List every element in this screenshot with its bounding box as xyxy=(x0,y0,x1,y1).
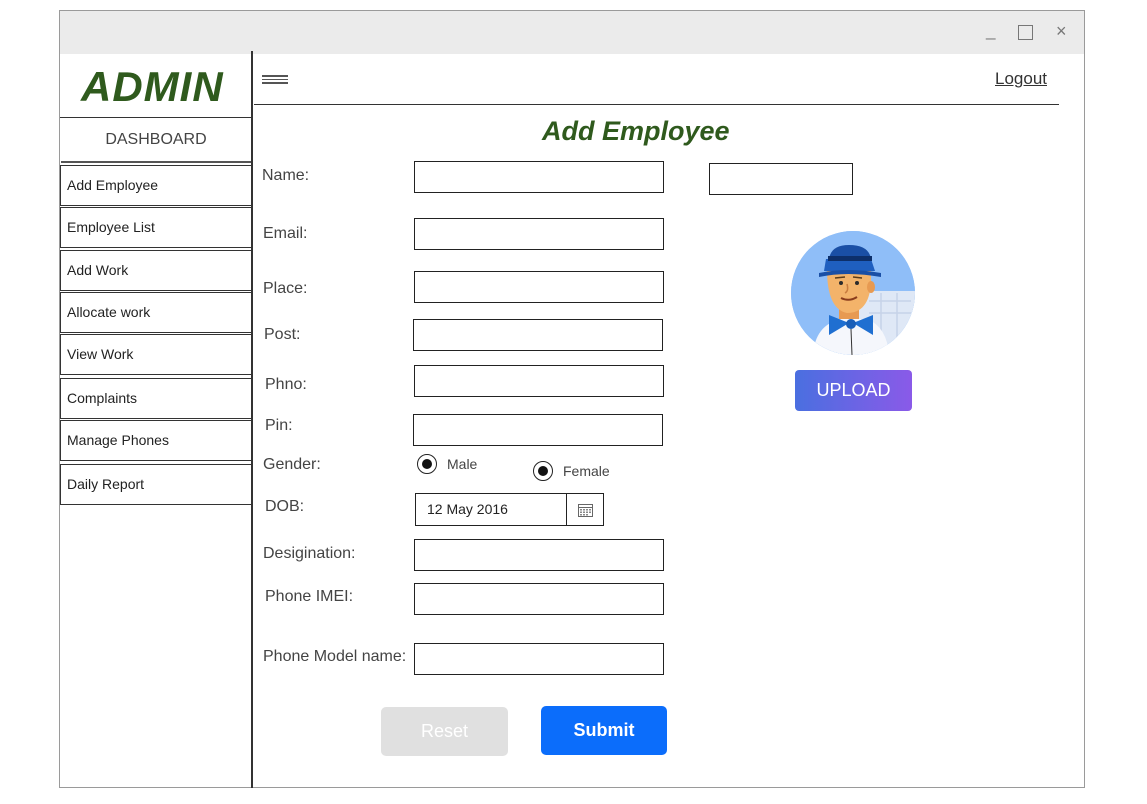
imei-field[interactable] xyxy=(414,583,664,615)
name-field[interactable] xyxy=(414,161,664,193)
divider xyxy=(60,117,253,118)
post-label: Post: xyxy=(264,326,301,343)
place-field[interactable] xyxy=(414,271,664,303)
gender-female-radio[interactable]: Female xyxy=(533,461,610,481)
gender-label: Gender: xyxy=(263,456,321,473)
reset-button[interactable]: Reset xyxy=(381,707,508,756)
minimize-icon[interactable]: _ xyxy=(986,21,995,41)
name-label: Name: xyxy=(262,167,310,184)
gender-male-label: Male xyxy=(447,456,478,472)
sidebar-item-add-employee[interactable]: Add Employee xyxy=(60,165,252,206)
pin-field[interactable] xyxy=(413,414,663,446)
sidebar-item-dashboard[interactable]: DASHBOARD xyxy=(61,119,251,163)
pin-label: Pin: xyxy=(265,417,293,434)
sidebar-item-manage-phones[interactable]: Manage Phones xyxy=(60,420,252,461)
sidebar: ADMIN DASHBOARD Add Employee Employee Li… xyxy=(60,51,253,788)
calendar-icon[interactable] xyxy=(566,494,603,525)
dob-label: DOB: xyxy=(265,498,305,515)
dob-value: 12 May 2016 xyxy=(427,501,508,517)
sidebar-item-add-work[interactable]: Add Work xyxy=(60,250,252,291)
dob-date-picker[interactable]: 12 May 2016 xyxy=(415,493,604,526)
model-field[interactable] xyxy=(414,643,664,675)
hamburger-icon[interactable] xyxy=(262,75,288,86)
radio-icon xyxy=(533,461,553,481)
top-bar: Logout xyxy=(254,51,1059,105)
email-label: Email: xyxy=(263,225,308,242)
gender-female-label: Female xyxy=(563,463,610,479)
email-field[interactable] xyxy=(414,218,664,250)
sidebar-item-complaints[interactable]: Complaints xyxy=(60,378,252,419)
designation-label: Desigination: xyxy=(263,545,356,562)
extra-field[interactable] xyxy=(709,163,853,195)
sidebar-item-view-work[interactable]: View Work xyxy=(60,334,252,375)
place-label: Place: xyxy=(263,280,308,297)
imei-label: Phone IMEI: xyxy=(265,588,354,605)
title-bar: _ × xyxy=(60,11,1084,54)
maximize-icon[interactable] xyxy=(1018,25,1033,40)
upload-button[interactable]: UPLOAD xyxy=(795,370,912,411)
submit-button[interactable]: Submit xyxy=(541,706,667,755)
app-window: _ × ADMIN DASHBOARD Add Employee Employe… xyxy=(59,10,1085,788)
radio-icon xyxy=(417,454,437,474)
post-field[interactable] xyxy=(413,319,663,351)
gender-male-radio[interactable]: Male xyxy=(417,454,477,474)
logout-link[interactable]: Logout xyxy=(995,69,1047,89)
close-icon[interactable]: × xyxy=(1056,21,1067,41)
designation-field[interactable] xyxy=(414,539,664,571)
model-label: Phone Model name: xyxy=(263,648,407,665)
sidebar-item-daily-report[interactable]: Daily Report xyxy=(60,464,252,505)
sidebar-item-allocate-work[interactable]: Allocate work xyxy=(60,292,252,333)
phno-field[interactable] xyxy=(414,365,664,397)
admin-logo: ADMIN xyxy=(81,63,224,110)
phno-label: Phno: xyxy=(265,376,307,393)
sidebar-item-employee-list[interactable]: Employee List xyxy=(60,207,252,248)
avatar xyxy=(791,231,915,355)
page-title: Add Employee xyxy=(542,116,730,146)
